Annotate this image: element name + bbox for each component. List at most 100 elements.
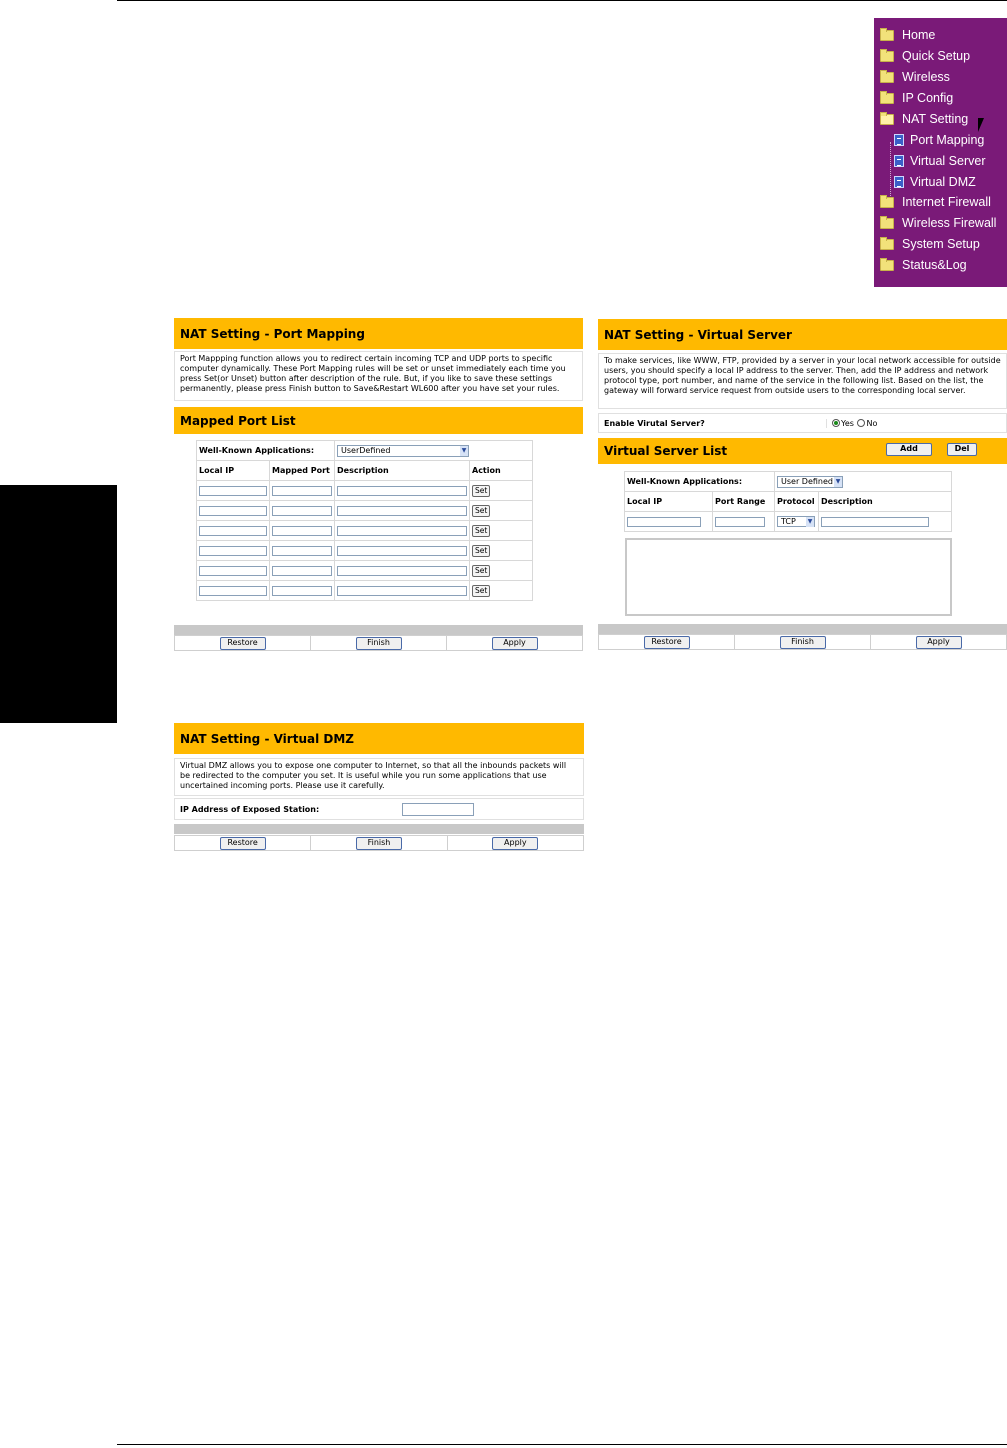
button-row: Restore Finish Apply: [598, 634, 1007, 650]
column-header: Local IP: [196, 460, 270, 481]
mapped-port-input[interactable]: [272, 585, 332, 596]
virtual-server-table: Well-Known Applications: User Defined ▼ L…: [624, 471, 952, 532]
virtual-server-panel: NAT Setting - Virtual Server To make ser…: [598, 319, 1007, 653]
exposed-station-ip-input[interactable]: [402, 802, 474, 816]
description-input[interactable]: [337, 565, 467, 576]
nav-item-wireless[interactable]: Wireless: [880, 67, 950, 87]
folder-icon: [880, 194, 894, 208]
table-row: TCP ▼: [624, 511, 952, 532]
finish-button[interactable]: Finish: [355, 836, 402, 850]
top-rule: [117, 0, 1007, 1]
restore-button[interactable]: Restore: [643, 635, 690, 649]
set-button[interactable]: Set: [472, 544, 491, 557]
table-row: Set: [196, 560, 533, 581]
port-mapping-description: Port Mappping function allows you to red…: [174, 351, 583, 401]
local-ip-input[interactable]: [627, 516, 701, 527]
description-input[interactable]: [337, 545, 467, 556]
virtual-server-description: To make services, like WWW, FTP, provide…: [598, 353, 1007, 409]
folder-icon: [880, 48, 894, 62]
chevron-down-icon: ▼: [460, 445, 468, 456]
description-input[interactable]: [337, 585, 467, 596]
nav-item-nat-setting[interactable]: NAT Setting: [880, 109, 968, 129]
nav-menu: Home Quick Setup Wireless IP Config NAT …: [874, 18, 1007, 287]
description-input[interactable]: [337, 505, 467, 516]
folder-icon: [880, 27, 894, 41]
apps-select[interactable]: User Defined ▼: [777, 475, 843, 488]
folder-icon: [880, 69, 894, 83]
set-button[interactable]: Set: [472, 484, 491, 497]
document-icon: [894, 134, 904, 146]
button-row: Restore Finish Apply: [174, 635, 583, 651]
bottom-rule: [117, 1444, 1007, 1445]
table-row: Set: [196, 480, 533, 501]
column-header: Description: [334, 460, 470, 481]
local-ip-input[interactable]: [199, 525, 267, 536]
set-button[interactable]: Set: [472, 564, 491, 577]
enable-virtual-server-row: Enable Virutal Server? Yes No: [598, 413, 1007, 433]
mapped-port-input[interactable]: [272, 485, 332, 496]
local-ip-input[interactable]: [199, 505, 267, 516]
table-row: Set: [196, 580, 533, 601]
apply-button[interactable]: Apply: [492, 836, 539, 850]
nav-item-home[interactable]: Home: [880, 25, 935, 45]
mapped-port-input[interactable]: [272, 505, 332, 516]
protocol-select[interactable]: TCP ▼: [777, 516, 815, 527]
chevron-down-icon: ▼: [834, 476, 842, 487]
table-row: Set: [196, 520, 533, 541]
virtual-server-list-box[interactable]: [625, 538, 952, 616]
mapped-port-input[interactable]: [272, 545, 332, 556]
port-mapping-title: NAT Setting - Port Mapping: [174, 318, 583, 349]
nav-item-internet-firewall[interactable]: Internet Firewall: [880, 192, 991, 212]
del-button[interactable]: Del: [947, 443, 977, 456]
description-input[interactable]: [821, 516, 929, 527]
nav-item-virtual-dmz[interactable]: Virtual DMZ: [894, 172, 976, 192]
yes-radio[interactable]: [832, 419, 840, 427]
folder-icon: [880, 215, 894, 229]
local-ip-input[interactable]: [199, 485, 267, 496]
mapped-port-list-title: Mapped Port List: [174, 407, 583, 434]
nav-item-status-log[interactable]: Status&Log: [880, 255, 967, 275]
apps-label: Well-Known Applications:: [196, 440, 335, 461]
document-icon: [894, 176, 904, 188]
local-ip-input[interactable]: [199, 545, 267, 556]
set-button[interactable]: Set: [472, 524, 491, 537]
column-header: Description: [818, 491, 952, 512]
separator-bar: [174, 625, 583, 635]
local-ip-input[interactable]: [199, 585, 267, 596]
description-input[interactable]: [337, 525, 467, 536]
apps-select[interactable]: UserDefined ▼: [337, 444, 469, 457]
set-button[interactable]: Set: [472, 504, 491, 517]
nav-item-virtual-server[interactable]: Virtual Server: [894, 151, 986, 171]
local-ip-input[interactable]: [199, 565, 267, 576]
folder-icon: [880, 90, 894, 104]
mapped-port-input[interactable]: [272, 565, 332, 576]
description-input[interactable]: [337, 485, 467, 496]
set-button[interactable]: Set: [472, 584, 491, 597]
nav-item-quick-setup[interactable]: Quick Setup: [880, 46, 970, 66]
apply-button[interactable]: Apply: [915, 635, 962, 649]
apply-button[interactable]: Apply: [491, 636, 538, 650]
nav-item-system-setup[interactable]: System Setup: [880, 234, 980, 254]
column-header: Action: [469, 460, 533, 481]
mapped-port-input[interactable]: [272, 525, 332, 536]
nav-item-wireless-firewall[interactable]: Wireless Firewall: [880, 213, 996, 233]
separator-bar: [174, 824, 584, 834]
port-range-input[interactable]: [715, 516, 765, 527]
restore-button[interactable]: Restore: [219, 836, 266, 850]
virtual-dmz-title: NAT Setting - Virtual DMZ: [174, 723, 584, 754]
folder-icon: [880, 257, 894, 271]
port-mapping-panel: NAT Setting - Port Mapping Port Mappping…: [174, 318, 583, 654]
chevron-down-icon: ▼: [806, 516, 814, 527]
exposed-station-row: IP Address of Exposed Station:: [174, 798, 584, 820]
mapped-port-table: Well-Known Applications: UserDefined ▼ Lo…: [196, 440, 533, 601]
restore-button[interactable]: Restore: [219, 636, 266, 650]
add-button[interactable]: Add: [886, 443, 932, 456]
finish-button[interactable]: Finish: [355, 636, 402, 650]
column-header: Mapped Port: [269, 460, 335, 481]
nav-item-ip-config[interactable]: IP Config: [880, 88, 953, 108]
finish-button[interactable]: Finish: [779, 635, 826, 649]
table-row: Set: [196, 540, 533, 561]
nav-item-port-mapping[interactable]: Port Mapping: [894, 130, 984, 150]
no-radio[interactable]: [857, 419, 866, 427]
column-header: Protocol: [774, 491, 819, 512]
